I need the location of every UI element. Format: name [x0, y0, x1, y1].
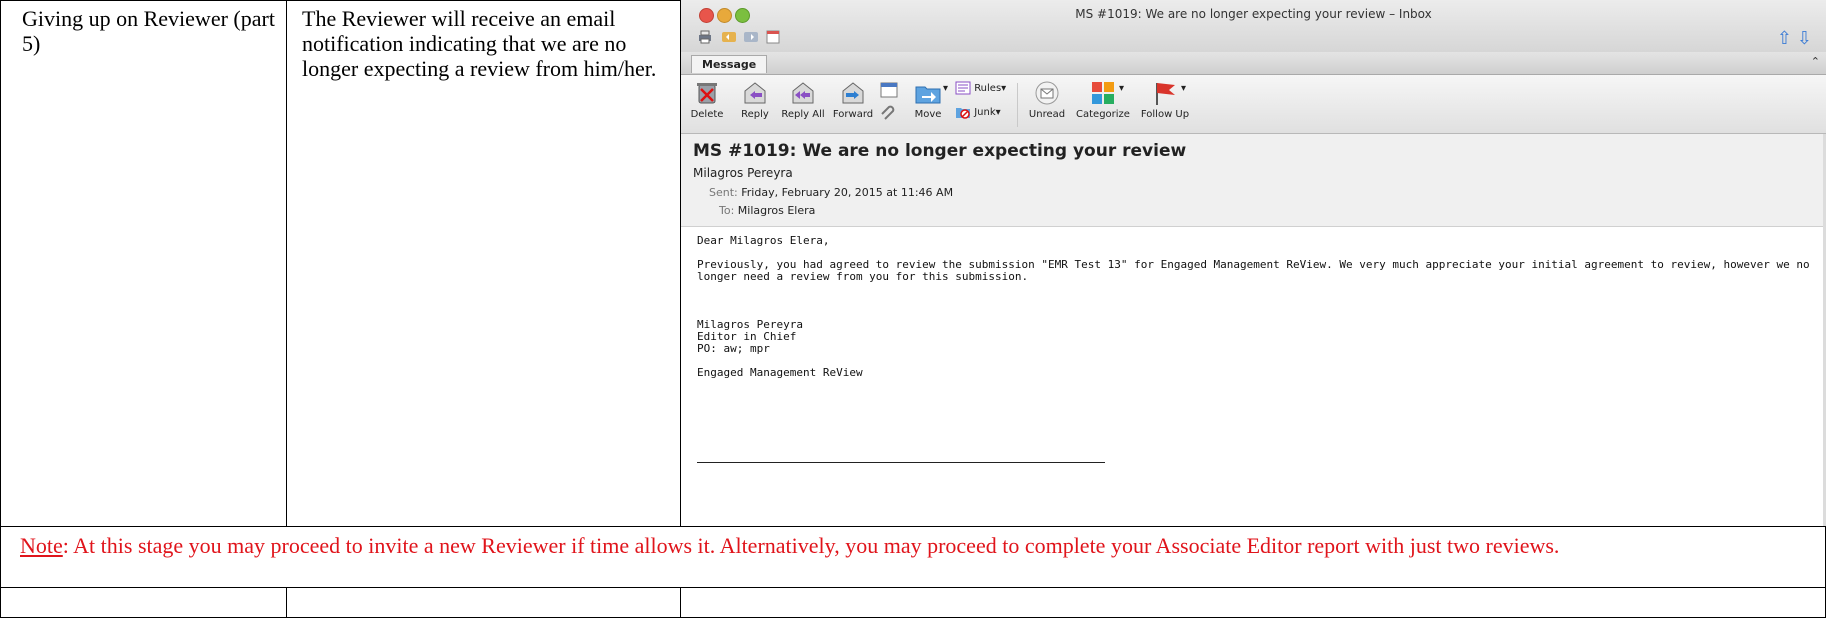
note-text: : At this stage you may proceed to invit… — [62, 533, 1560, 558]
reply-all-label: Reply All — [781, 109, 825, 120]
envelope-unread-icon — [1035, 81, 1059, 105]
to-label: To: — [719, 204, 735, 217]
step-title: Giving up on Reviewer (part 5) — [22, 6, 275, 56]
sent-line: Sent: Friday, February 20, 2015 at 11:46… — [709, 186, 953, 199]
next-message-icon[interactable]: ⇩ — [1797, 28, 1812, 49]
move-button[interactable]: Move — [907, 75, 949, 120]
categorize-label: Categorize — [1076, 109, 1130, 120]
table-row-divider — [0, 526, 1826, 527]
sent-value: Friday, February 20, 2015 at 11:46 AM — [741, 186, 954, 199]
move-label: Move — [914, 109, 942, 120]
forward-button[interactable]: Forward — [831, 75, 875, 120]
rules-dropdown-icon: ▾ — [1001, 83, 1007, 94]
note-paragraph: Note: At this stage you may proceed to i… — [20, 533, 1810, 559]
junk-label: Junk — [974, 107, 996, 118]
message-subject: MS #1019: We are no longer expecting you… — [693, 141, 1187, 161]
body-greeting: Dear Milagros Elera, — [697, 234, 830, 247]
window-title: MS #1019: We are no longer expecting you… — [1075, 7, 1432, 21]
email-window: MS #1019: We are no longer expecting you… — [681, 0, 1826, 526]
table-row-divider — [0, 587, 1826, 588]
junk-icon — [956, 108, 970, 119]
unread-button[interactable]: Unread — [1027, 75, 1067, 120]
rules-button[interactable]: Rules▾ — [955, 81, 1006, 95]
folder-move-icon — [915, 86, 941, 104]
body-paragraph-line: longer need a review from you for this s… — [697, 270, 1029, 283]
delete-label: Delete — [690, 109, 724, 120]
flag-icon — [1156, 83, 1175, 105]
categorize-icon — [1092, 82, 1114, 104]
message-header: MS #1019: We are no longer expecting you… — [681, 134, 1826, 227]
to-value[interactable]: Milagros Elera — [738, 204, 816, 217]
junk-dropdown-icon: ▾ — [995, 107, 1001, 118]
rules-label: Rules — [974, 83, 1002, 94]
ribbon-separator — [1017, 83, 1018, 127]
rules-icon — [955, 81, 971, 95]
note-label: Note — [20, 533, 63, 558]
signature-rule — [697, 462, 1105, 463]
signature-journal: Engaged Management ReView — [697, 366, 863, 379]
undo-icon[interactable] — [721, 30, 737, 44]
table-col-divider — [680, 587, 681, 618]
previous-message-icon[interactable]: ⇧ — [1777, 28, 1792, 49]
ribbon-tabbar: Message ⌃ — [681, 52, 1826, 75]
follow-up-dropdown-icon[interactable]: ▾ — [1181, 83, 1186, 94]
sent-label: Sent: — [709, 186, 738, 199]
to-line: To: Milagros Elera — [719, 204, 815, 217]
reply-icon — [744, 82, 766, 104]
move-dropdown-icon[interactable]: ▾ — [943, 83, 948, 94]
follow-up-label: Follow Up — [1140, 109, 1190, 120]
collapse-ribbon-icon[interactable]: ⌃ — [1811, 55, 1820, 68]
reply-all-button[interactable]: Reply All — [781, 75, 825, 120]
table-col-divider — [286, 587, 287, 618]
unread-label: Unread — [1028, 109, 1066, 120]
reply-button[interactable]: Reply — [735, 75, 775, 120]
table-col-divider — [286, 0, 287, 526]
print-icon[interactable] — [697, 30, 713, 44]
ribbon-toolbar: Delete Reply Reply All Forward Move ▾ Ru… — [681, 75, 1826, 134]
categorize-dropdown-icon[interactable]: ▾ — [1119, 83, 1124, 94]
attachment-icon[interactable] — [879, 105, 899, 125]
calendar-icon[interactable] — [765, 30, 781, 44]
tab-message[interactable]: Message — [691, 55, 768, 73]
categorize-button[interactable]: Categorize — [1073, 75, 1133, 120]
reply-label: Reply — [741, 109, 769, 120]
redo-icon[interactable] — [743, 30, 759, 44]
table-border-left — [0, 0, 1, 618]
message-sender[interactable]: Milagros Pereyra — [693, 166, 793, 180]
signature-po: PO: aw; mpr — [697, 342, 770, 355]
junk-button[interactable]: Junk▾ — [955, 105, 1001, 119]
follow-up-button[interactable]: Follow Up — [1137, 75, 1193, 120]
window-titlebar: MS #1019: We are no longer expecting you… — [681, 0, 1826, 53]
forward-label: Forward — [832, 109, 874, 120]
trash-icon — [697, 83, 717, 104]
step-description: The Reviewer will receive an email notif… — [302, 6, 657, 81]
delete-button[interactable]: Delete — [687, 75, 727, 120]
forward-icon — [842, 82, 864, 104]
meeting-icon[interactable] — [879, 81, 899, 101]
reply-all-icon — [792, 82, 814, 104]
